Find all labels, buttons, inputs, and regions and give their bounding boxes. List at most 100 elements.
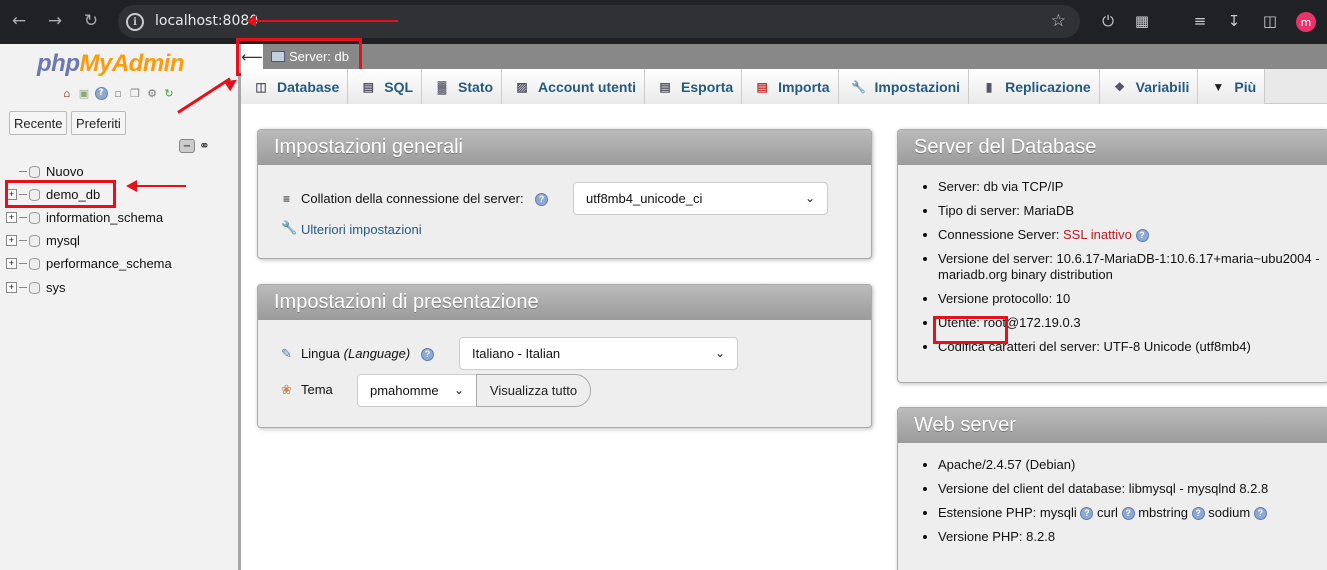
nav-resize-handle[interactable] [238, 44, 241, 570]
tab-stato[interactable]: ▓ Stato [422, 69, 503, 104]
export-icon: ▤ [659, 79, 671, 94]
chevron-down-icon: ⌄ [453, 383, 464, 397]
tab-importa[interactable]: ▤ Importa [742, 69, 839, 104]
database-server-panel: Server del Database Server: db via TCP/I… [897, 129, 1327, 383]
download-icon[interactable]: ↧ [1224, 11, 1244, 31]
list-item: Apache/2.4.57 (Debian) [938, 457, 1327, 473]
annotation-arrow-demo-db [136, 185, 186, 187]
docs-icon[interactable]: ▫ [111, 86, 125, 100]
list-item: Estensione PHP: mysqli ? curl ? mbstring… [938, 505, 1327, 521]
list-item: Server: db via TCP/IP [938, 179, 1327, 195]
home-icon[interactable]: ⌂ [60, 86, 74, 100]
web-server-panel: Web server Apache/2.4.57 (Debian) Versio… [897, 407, 1327, 570]
presentation-settings-panel: Impostazioni di presentazione ✎ Lingua (… [257, 284, 872, 428]
users-icon: ▨ [516, 79, 528, 94]
tab-database[interactable]: ◫ Database [241, 69, 349, 104]
wrench-icon: 🔧 [851, 79, 866, 94]
tree-item-performance-schema[interactable]: + performance_schema [6, 256, 172, 271]
profile-avatar[interactable]: m [1296, 12, 1316, 32]
theme-select[interactable]: pmahomme ⌄ [357, 374, 477, 407]
language-icon: ✎ [281, 346, 292, 361]
list-item: Versione del server: 10.6.17-MariaDB-1:1… [938, 251, 1327, 283]
browser-toolbar: ← → ↻ i localhost:8080 ☆ ⏻ ▦ ≡ ↧ ◫ m [0, 0, 1327, 44]
tab-esporta[interactable]: ▤ Esporta [645, 69, 743, 104]
help-icon[interactable]: ? [535, 193, 548, 206]
tab-sql[interactable]: ▤ SQL [348, 69, 423, 104]
expand-icon[interactable]: + [6, 282, 17, 293]
tree-item-mysql[interactable]: + mysql [6, 233, 80, 248]
help-icon[interactable]: ? [421, 348, 434, 361]
expand-icon[interactable]: + [6, 235, 17, 246]
tree-item-new[interactable]: Nuovo [6, 164, 84, 179]
puzzle-icon[interactable]: ▦ [1132, 11, 1152, 31]
annotation-box-user [933, 316, 1008, 344]
reading-list-icon[interactable]: ≡ [1190, 11, 1210, 31]
language-select[interactable]: Italiano - Italian ⌄ [459, 337, 738, 370]
language-label: Lingua [301, 346, 341, 361]
expand-icon[interactable]: + [6, 212, 17, 223]
help-icon[interactable]: ? [1253, 507, 1267, 521]
extension-icon[interactable]: ⏻ [1098, 11, 1118, 31]
help-icon[interactable]: ? [1191, 507, 1205, 521]
status-icon: ▓ [437, 79, 447, 94]
collation-select[interactable]: utf8mb4_unicode_ci ⌄ [573, 182, 828, 215]
panel-title: Impostazioni di presentazione [258, 285, 871, 320]
collation-icon: ≡ [283, 192, 291, 206]
url-text[interactable]: localhost:8080 [155, 13, 258, 29]
sql-icon: ▤ [362, 79, 374, 94]
tree-item-sys[interactable]: + sys [6, 280, 66, 295]
bookmark-star-icon[interactable]: ☆ [1051, 11, 1066, 31]
list-item: Versione protocollo: 10 [938, 291, 1327, 307]
copy-icon[interactable]: ❐ [128, 86, 142, 100]
import-icon: ▤ [756, 79, 768, 94]
collapse-all-icon[interactable]: − [179, 139, 195, 153]
nav-icon-bar: ⌂ ▣ ? ▫ ❐ ⚙ ↻ [60, 86, 176, 100]
dropdown-icon: ▼ [1212, 79, 1225, 94]
replication-icon: ▮ [985, 79, 993, 94]
annotation-arrowhead-url [246, 15, 256, 27]
forward-arrow-icon[interactable]: → [44, 10, 66, 32]
new-database-icon [29, 165, 40, 178]
expand-icon[interactable]: + [6, 258, 17, 269]
collation-label: Collation della connessione del server: [301, 191, 524, 206]
variables-icon: ❖ [1114, 79, 1126, 94]
database-icon [29, 234, 40, 247]
phpmyadmin-logo[interactable]: phpMyAdmin [37, 50, 184, 78]
panel-title: Server del Database [898, 130, 1327, 165]
tab-variabili[interactable]: ❖ Variabili [1099, 69, 1199, 104]
tab-more[interactable]: ▼ Più [1198, 69, 1266, 104]
help-icon[interactable]: ? [1121, 507, 1135, 521]
favorites-button[interactable]: Preferiti [71, 111, 126, 135]
gear-icon[interactable]: ⚙ [145, 86, 159, 100]
help-icon[interactable]: ? [1135, 229, 1149, 243]
logout-icon[interactable]: ▣ [77, 86, 91, 100]
side-panel-icon[interactable]: ◫ [1260, 11, 1280, 31]
reload-icon[interactable]: ↻ [80, 10, 102, 32]
theme-label: Tema [301, 382, 333, 397]
tab-replicazione[interactable]: ▮ Replicazione [969, 69, 1100, 104]
more-settings-link[interactable]: Ulteriori impostazioni [301, 222, 422, 237]
list-item: Versione PHP: 8.2.8 [938, 529, 1327, 545]
tree-item-information-schema[interactable]: + information_schema [6, 210, 163, 225]
main-tabs: ◫ Database ▤ SQL ▓ Stato ▨ Account utenti ▤ E… [241, 69, 1327, 104]
list-item: Tipo di server: MariaDB [938, 203, 1327, 219]
panel-title: Impostazioni generali [258, 130, 871, 165]
back-arrow-icon[interactable]: ← [8, 10, 30, 32]
tab-account-utenti[interactable]: ▨ Account utenti [502, 69, 646, 104]
navigation-panel: phpMyAdmin ⌂ ▣ ? ▫ ❐ ⚙ ↻ Recente Preferi… [0, 44, 238, 570]
panel-title: Web server [898, 408, 1327, 443]
refresh-icon[interactable]: ↻ [162, 86, 176, 100]
database-icon [29, 257, 40, 270]
database-icon: ◫ [255, 79, 267, 94]
recent-button[interactable]: Recente [9, 111, 68, 135]
list-item: Connessione Server: SSL inattivo ? [938, 227, 1327, 243]
breadcrumb: ⟵ Server: db [241, 44, 1327, 69]
web-server-info-list: Apache/2.4.57 (Debian) Versione del clie… [898, 457, 1327, 545]
help-icon[interactable]: ? [94, 86, 108, 100]
site-info-icon[interactable]: i [126, 13, 144, 31]
list-item: Versione del client del database: libmys… [938, 481, 1327, 497]
help-icon[interactable]: ? [1080, 507, 1094, 521]
tab-impostazioni[interactable]: 🔧 Impostazioni [838, 69, 970, 104]
link-icon[interactable]: ⚭ [199, 139, 210, 154]
view-all-themes-button[interactable]: Visualizza tutto [476, 374, 591, 407]
